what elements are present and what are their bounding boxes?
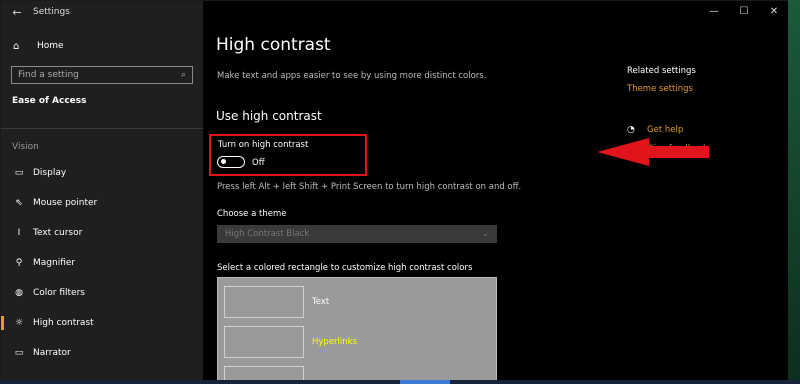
home-nav[interactable]: ⌂ Home bbox=[1, 35, 203, 57]
page-description: Make text and apps easier to see by usin… bbox=[217, 71, 487, 81]
search-input[interactable]: Find a setting ⌕ bbox=[11, 66, 193, 84]
section-title: Ease of Access bbox=[12, 96, 87, 106]
toggle-knob bbox=[221, 159, 226, 164]
toggle-state: Off bbox=[252, 158, 265, 168]
home-label: Home bbox=[37, 41, 64, 51]
theme-settings-link[interactable]: Theme settings bbox=[627, 84, 696, 94]
magnifier-icon: ⚲ bbox=[15, 258, 23, 268]
hyperlink-color-swatch[interactable] bbox=[224, 326, 304, 358]
sidebar: ← Settings ⌂ Home Find a setting ⌕ Ease … bbox=[1, 1, 203, 383]
search-placeholder: Find a setting bbox=[18, 70, 79, 80]
sidebar-item-text-cursor[interactable]: I Text cursor bbox=[1, 218, 203, 248]
text-color-swatch[interactable] bbox=[224, 286, 304, 318]
sidebar-item-label: Narrator bbox=[33, 348, 71, 358]
sidebar-item-magnifier[interactable]: ⚲ Magnifier bbox=[1, 248, 203, 278]
taskbar bbox=[0, 380, 800, 384]
display-icon: ▭ bbox=[14, 168, 24, 178]
maximize-icon[interactable]: ☐ bbox=[729, 1, 759, 23]
divider bbox=[1, 128, 203, 129]
main-content: — ☐ ✕ High contrast Make text and apps e… bbox=[203, 1, 789, 383]
minimize-icon[interactable]: — bbox=[699, 1, 729, 23]
sidebar-item-label: Magnifier bbox=[33, 258, 76, 268]
active-indicator bbox=[1, 316, 4, 330]
mouse-pointer-icon: ⇖ bbox=[15, 198, 23, 208]
get-help-label: Get help bbox=[647, 125, 684, 135]
theme-value: High Contrast Black bbox=[225, 229, 310, 239]
color-palette: Text Hyperlinks bbox=[217, 277, 497, 383]
sidebar-item-label: High contrast bbox=[33, 318, 94, 328]
page-title: High contrast bbox=[216, 35, 331, 55]
search-icon[interactable]: ⌕ bbox=[181, 70, 186, 80]
sidebar-item-label: Text cursor bbox=[33, 228, 83, 238]
sidebar-item-label: Display bbox=[33, 168, 67, 178]
high-contrast-toggle[interactable] bbox=[217, 156, 245, 168]
swatch-label: Hyperlinks bbox=[312, 337, 358, 347]
sidebar-item-label: Mouse pointer bbox=[33, 198, 98, 208]
window-controls: — ☐ ✕ bbox=[699, 1, 789, 23]
shortcut-hint: Press left Alt + left Shift + Print Scre… bbox=[217, 182, 522, 192]
chevron-down-icon: ⌄ bbox=[481, 229, 489, 239]
desktop-background bbox=[788, 0, 800, 384]
related-title: Related settings bbox=[627, 66, 696, 76]
chat-icon: ◔ bbox=[627, 125, 635, 135]
toggle-label: Turn on high contrast bbox=[218, 140, 309, 150]
red-arrow-icon bbox=[597, 138, 709, 166]
home-icon: ⌂ bbox=[13, 40, 20, 52]
taskbar-indicator bbox=[400, 380, 450, 384]
swatch-label: Text bbox=[312, 297, 330, 307]
sidebar-item-display[interactable]: ▭ Display bbox=[1, 158, 203, 188]
window-title: Settings bbox=[33, 7, 70, 17]
text-cursor-icon: I bbox=[17, 228, 21, 238]
narrator-icon: ▭ bbox=[14, 348, 24, 358]
color-filters-icon: ◍ bbox=[15, 288, 23, 298]
sidebar-item-color-filters[interactable]: ◍ Color filters bbox=[1, 278, 203, 308]
close-icon[interactable]: ✕ bbox=[759, 1, 789, 23]
swatch-row-hyperlinks[interactable]: Hyperlinks bbox=[224, 326, 357, 358]
sidebar-item-label: Color filters bbox=[33, 288, 85, 298]
title-bar: ← Settings bbox=[1, 1, 203, 23]
high-contrast-icon: ☼ bbox=[14, 318, 24, 328]
theme-dropdown[interactable]: High Contrast Black ⌄ bbox=[217, 225, 497, 243]
group-label: Vision bbox=[12, 142, 39, 152]
settings-window: ← Settings ⌂ Home Find a setting ⌕ Ease … bbox=[0, 0, 790, 384]
section-heading: Use high contrast bbox=[216, 109, 322, 123]
sidebar-item-high-contrast[interactable]: ☼ High contrast bbox=[1, 308, 203, 338]
sidebar-item-mouse-pointer[interactable]: ⇖ Mouse pointer bbox=[1, 188, 203, 218]
customize-label: Select a colored rectangle to customize … bbox=[217, 263, 473, 273]
theme-label: Choose a theme bbox=[217, 209, 287, 219]
get-help-link[interactable]: ◔ Get help bbox=[627, 125, 708, 135]
sidebar-item-narrator[interactable]: ▭ Narrator bbox=[1, 338, 203, 368]
swatch-row-text[interactable]: Text bbox=[224, 286, 329, 318]
related-settings: Related settings Theme settings bbox=[627, 66, 696, 94]
back-arrow-icon[interactable]: ← bbox=[1, 6, 33, 19]
nav-list: ▭ Display ⇖ Mouse pointer I Text cursor … bbox=[1, 158, 203, 368]
